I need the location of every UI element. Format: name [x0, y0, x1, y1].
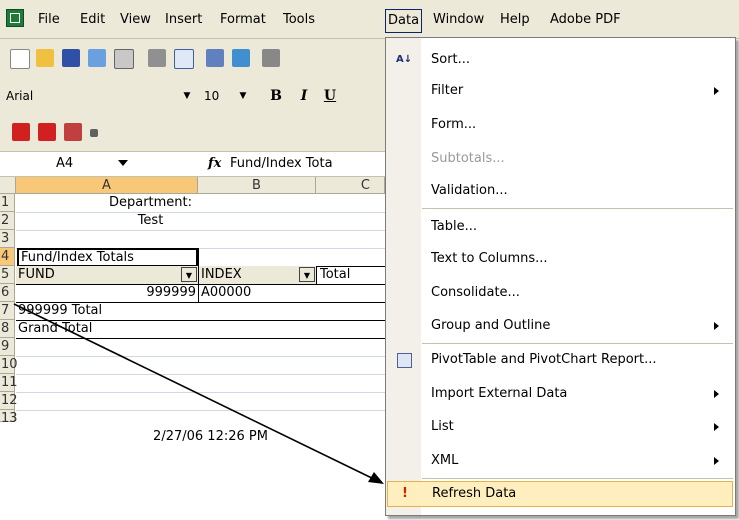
annotation-arrow [13, 303, 384, 484]
annotation-arrow-line [13, 303, 381, 483]
